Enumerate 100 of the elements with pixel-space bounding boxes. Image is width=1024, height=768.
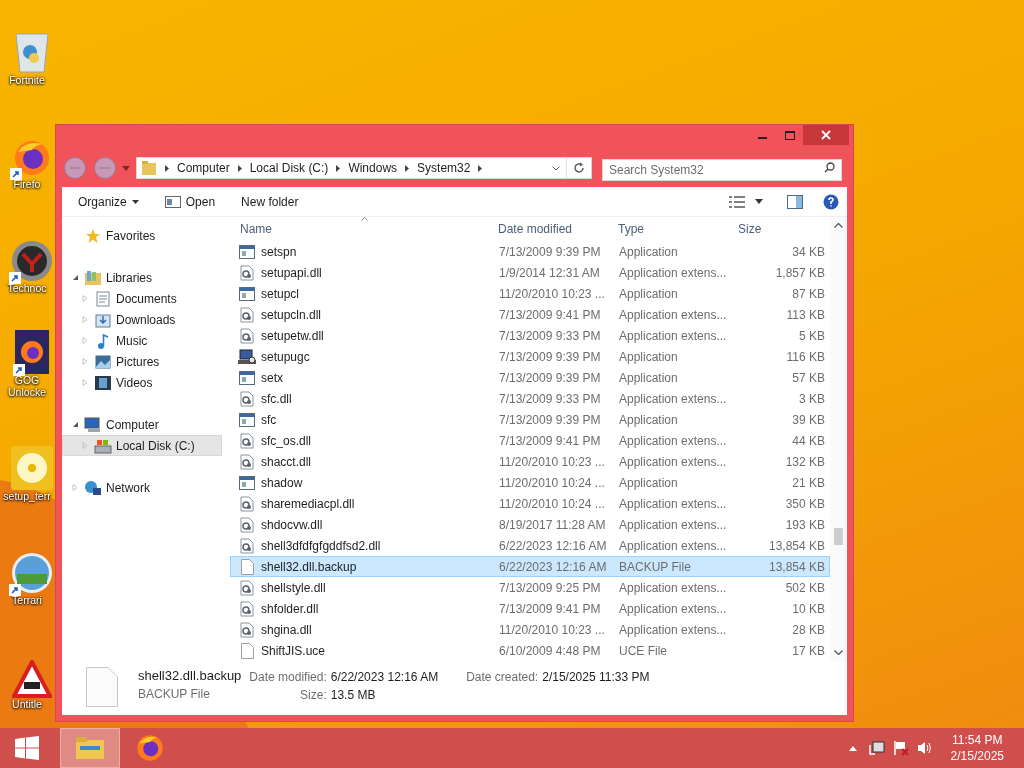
recent-dropdown-icon[interactable] [122,165,130,171]
size-cell-text: 34 KB [791,243,826,261]
search-field[interactable]: Search System32 [602,159,842,182]
toolbar-button[interactable]: Organize [70,189,147,214]
dropdown-caret-icon[interactable] [552,165,560,171]
chevron-icon[interactable] [405,164,410,172]
nav-item[interactable]: Local Disk (C:) [62,435,222,457]
toolbar-button[interactable]: Open [156,189,224,214]
type-cell-text: Application extens... [618,306,728,324]
flag-icon[interactable] [892,740,909,756]
scroll-down-icon[interactable] [834,650,843,656]
scrollbar[interactable] [830,217,847,662]
chevron-icon[interactable] [478,164,483,172]
date-cell-text: 11/20/2010 10:23 ... [498,453,606,471]
file-row[interactable]: setspn 7/13/2009 9:39 PM Application 34 KB [230,241,830,263]
network-icon[interactable] [868,740,885,756]
type-cell-text: Application extens... [618,390,728,408]
sort-caret-icon [361,217,368,222]
breadcrumb-item[interactable]: Computer [177,159,230,178]
file-row[interactable]: setupapi.dll 1/9/2014 12:31 AM Application extens... 1,857 KB [230,262,830,284]
column-header[interactable]: Size [732,217,830,242]
show-hidden-icons-icon[interactable] [848,745,857,751]
file-row[interactable]: setupcl 11/20/2010 10:23 ... Application 87 KB [230,283,830,305]
date-cell-text: 7/13/2009 9:33 PM [498,327,602,345]
file-row[interactable]: setx 7/13/2009 9:39 PM Application 57 KB [230,367,830,389]
file-row[interactable]: sfc_os.dll 7/13/2009 9:41 PM Application extens... 44 KB [230,430,830,452]
file-name: sfc_os.dll [260,432,313,450]
size-cell-text: 502 KB [784,579,826,597]
field-value: 2/15/2025 11:33 PM [542,669,650,687]
maximize-icon [784,130,795,140]
clock[interactable]: 11:54 PM 2/15/2025 [950,732,1004,764]
breadcrumb-item[interactable]: Local Disk (C:) [249,159,329,178]
type-cell-text: Application [618,411,679,429]
nav-item[interactable]: Libraries [62,267,222,289]
scroll-up-icon[interactable] [834,223,843,229]
breadcrumb-item[interactable]: Windows [348,159,398,178]
file-name: shfolder.dll [260,600,320,618]
date-cell-text: 7/13/2009 9:25 PM [498,579,602,597]
gear-file-icon [240,306,254,323]
breadcrumb-item[interactable]: System32 [417,159,471,178]
file-row[interactable]: shdocvw.dll 8/19/2017 11:28 AM Application extens... 193 KB [230,514,830,536]
toolbar-button[interactable]: New folder [233,189,307,214]
size-cell-text: 13,854 KB [767,537,826,555]
close-button[interactable] [803,125,849,145]
file-row[interactable]: sharemediacpl.dll 11/20/2010 10:24 ... Application extens... 350 KB [230,493,830,515]
file-name: setupapi.dll [260,264,323,282]
chevron-icon[interactable] [237,164,242,172]
address-bar[interactable]: Computer Local Disk (C:) Windows System32 [136,157,592,180]
nav-item[interactable]: Pictures [62,351,222,373]
nav-item[interactable]: Favorites [62,225,222,247]
file-row[interactable]: sfc 7/13/2009 9:39 PM Application 39 KB [230,409,830,431]
nav-item[interactable]: Network [62,477,222,499]
dropdown-caret-icon[interactable] [755,199,763,205]
file-row[interactable]: shellstyle.dll 7/13/2009 9:25 PM Application extens... 502 KB [230,577,830,599]
taskbar-app[interactable] [60,728,120,768]
preview-pane-icon[interactable] [787,194,803,209]
globe-icon [11,552,53,594]
file-row[interactable]: setupcln.dll 7/13/2009 9:41 PM Application extens... 113 KB [230,304,830,326]
date-cell-text: 7/13/2009 9:39 PM [498,243,602,261]
nav-item[interactable]: Computer [62,414,222,436]
expanded-arrow-icon[interactable] [71,274,79,282]
downloads-icon [95,311,111,328]
file-row[interactable]: shadow 11/20/2010 10:24 ... Application 21 KB [230,472,830,494]
nav-label: Downloads [116,311,176,329]
blank-file-icon [240,558,254,575]
type-cell-text: BACKUP File [618,558,692,576]
file-name: shacct.dll [260,453,313,471]
file-row[interactable]: ShiftJIS.uce 6/10/2009 4:48 PM UCE File 17 KB [230,640,830,662]
file-row[interactable]: sfc.dll 7/13/2009 9:33 PM Application extens... 3 KB [230,388,830,410]
type-cell-text: Application extens... [618,495,728,513]
nav-item[interactable]: Documents [62,288,222,310]
nav-item[interactable]: Downloads [62,309,222,331]
speaker-icon[interactable] [916,740,933,756]
blank-file-icon [86,667,118,708]
size-cell-text: 28 KB [791,621,826,639]
column-header[interactable]: Date modified [492,217,612,242]
file-row[interactable]: setupetw.dll 7/13/2009 9:33 PM Application extens... 5 KB [230,325,830,347]
file-row[interactable]: shfolder.dll 7/13/2009 9:41 PM Application extens... 10 KB [230,598,830,620]
file-row[interactable]: setupugc 7/13/2009 9:39 PM Application 116 KB [230,346,830,368]
chevron-icon[interactable] [336,164,341,172]
file-row[interactable]: shacct.dll 11/20/2010 10:23 ... Application extens... 132 KB [230,451,830,473]
chevron-icon[interactable] [165,164,169,172]
file-name: setupcl [260,285,301,303]
view-options-icon[interactable] [729,195,745,208]
type-cell-text: Application [618,348,679,366]
nav-item[interactable]: Music [62,330,222,352]
file-row[interactable]: shgina.dll 11/20/2010 10:23 ... Application extens... 28 KB [230,619,830,641]
column-header[interactable]: Type [612,217,732,242]
column-header[interactable]: Name [230,217,492,242]
size-cell-text: 44 KB [791,432,826,450]
refresh-icon[interactable] [573,162,585,175]
scroll-thumb[interactable] [834,528,843,546]
file-row[interactable]: shell3dfdfgfgddfsd2.dll 6/22/2023 12:16 AM Application extens... 13,854 KB [230,535,830,557]
file-row[interactable]: shell32.dll.backup 6/22/2023 12:16 AM BACKUP File 13,854 KB [230,556,830,578]
file-name: setupugc [260,348,311,366]
help-icon[interactable] [823,193,839,210]
expanded-arrow-icon[interactable] [71,421,79,429]
minimize-icon [758,137,767,139]
nav-label: Libraries [106,269,153,287]
nav-item[interactable]: Videos [62,372,222,394]
